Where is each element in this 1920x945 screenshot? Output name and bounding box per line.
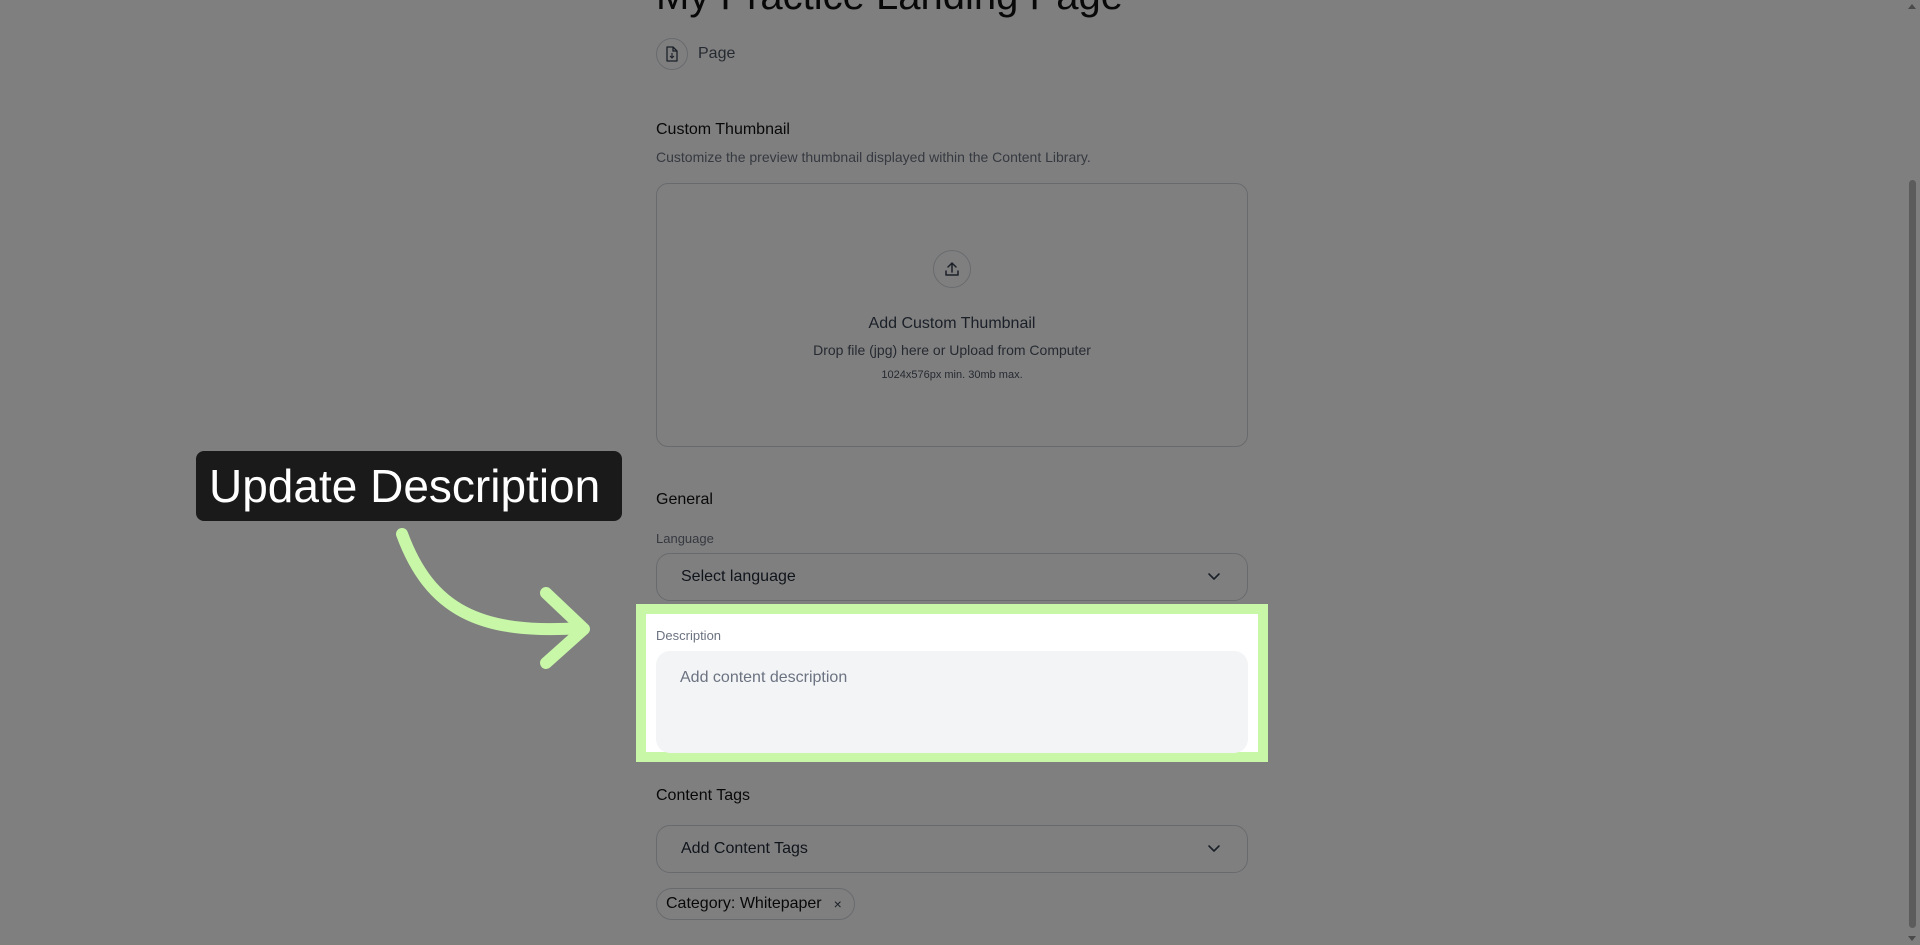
scroll-up-icon[interactable] bbox=[1908, 4, 1916, 9]
scroll-thumb[interactable] bbox=[1909, 180, 1916, 928]
scroll-down-icon[interactable] bbox=[1908, 936, 1916, 941]
description-textarea[interactable] bbox=[656, 651, 1248, 753]
callout-text: Update Description bbox=[209, 460, 601, 512]
description-highlight: Description bbox=[636, 604, 1268, 762]
callout-box: Update Description bbox=[196, 451, 622, 521]
vertical-scrollbar[interactable] bbox=[1904, 0, 1920, 945]
callout-arrow-icon bbox=[396, 528, 590, 669]
description-label: Description bbox=[656, 628, 722, 643]
